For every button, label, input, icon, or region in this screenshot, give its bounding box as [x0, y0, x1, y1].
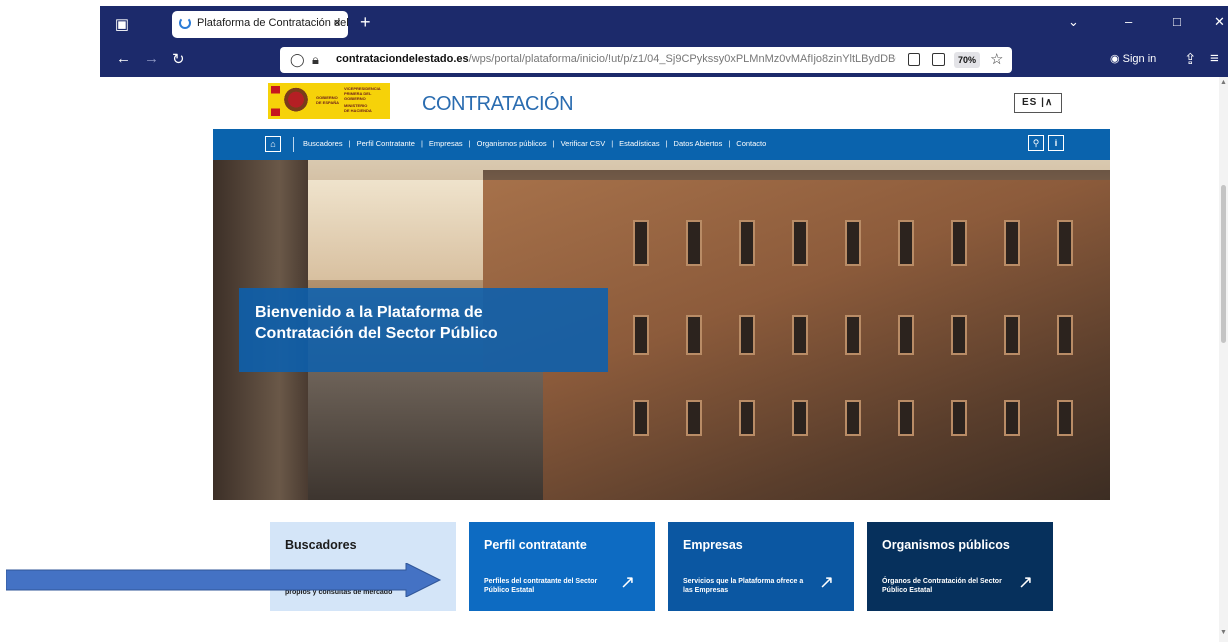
tab-close-button[interactable]: × [333, 15, 341, 30]
tab-favicon-icon [179, 17, 191, 29]
info-icon[interactable]: i [1048, 135, 1064, 151]
scroll-thumb[interactable] [1221, 185, 1226, 343]
hero-windows-upper [633, 220, 1110, 266]
nav-divider [293, 137, 294, 152]
tab-bar: ▣ Plataforma de Contratación del × + ⌄ –… [100, 6, 1228, 43]
coat-of-arms-icon [284, 87, 308, 115]
card-description: Órganos de Contratación del Sector Públi… [882, 578, 1002, 594]
page-scrollbar[interactable]: ▲ ▼ [1219, 77, 1228, 642]
address-bar[interactable]: ◯ 🔒︎ contrataciondelestado.es/wps/portal… [280, 47, 1012, 73]
nav-item-estadisticas[interactable]: Estadísticas [619, 139, 659, 148]
card-empresas[interactable]: Empresas Servicios que la Plataforma ofr… [668, 522, 854, 611]
url-text[interactable]: contrataciondelestado.es/wps/portal/plat… [336, 53, 896, 65]
back-icon[interactable]: ← [116, 50, 131, 67]
extensions-icon[interactable]: ⇪ [1184, 50, 1197, 68]
forward-icon[interactable]: → [144, 50, 159, 67]
lock-icon[interactable]: 🔒︎ [312, 52, 319, 68]
card-description: Servicios que la Plataforma ofrece a las… [683, 578, 804, 594]
tab-list-icon[interactable]: ▣ [112, 15, 132, 35]
sign-in-button[interactable]: ◉ Sign in [1110, 52, 1156, 65]
zoom-level[interactable]: 70% [954, 52, 980, 68]
hero-windows-lower [633, 400, 1110, 436]
annotation-arrow [6, 563, 442, 597]
flag-icon [271, 86, 280, 116]
bookmark-star-icon[interactable]: ☆ [990, 50, 1003, 68]
hero-windows-middle [633, 315, 1110, 355]
card-perfil-contratante[interactable]: Perfil contratante Perfiles del contrata… [469, 522, 655, 611]
tab-title: Plataforma de Contratación del [197, 17, 349, 29]
government-logo[interactable]: GOBIERNO DE ESPAÑA VICEPRESIDENCIA PRIMERA… [268, 83, 390, 119]
site-navigation: ⌂ Buscadores | Perfil Contratante | Empresas… [213, 129, 1110, 160]
home-icon[interactable]: ⌂ [265, 136, 281, 152]
card-description: Perfiles del contratante del Sector Públ… [484, 578, 598, 594]
card-title: Perfil contratante [484, 538, 587, 552]
screenshot-icon[interactable] [932, 53, 945, 66]
hero-image: Bienvenido a la Plataforma de Contrataci… [213, 160, 1110, 500]
external-arrow-icon: ↗ [1018, 572, 1034, 592]
reload-icon[interactable]: ↻ [172, 50, 185, 68]
vicepresidency-label: VICEPRESIDENCIA PRIMERA DEL GOBIERNO [344, 86, 381, 101]
card-title: Empresas [683, 538, 743, 552]
chevron-down-icon[interactable]: ⌄ [1068, 14, 1079, 30]
logo-text: CONTRATACIÓN [422, 93, 574, 115]
hero-title: Bienvenido a la Plataforma de Contrataci… [255, 304, 498, 342]
nav-item-buscadores[interactable]: Buscadores [303, 139, 343, 148]
account-icon: ◉ [1110, 53, 1123, 65]
site-nav-links: Buscadores | Perfil Contratante | Empresas | O… [303, 139, 767, 148]
scroll-up-icon[interactable]: ▲ [1220, 79, 1227, 86]
nav-item-perfil-contratante[interactable]: Perfil Contratante [357, 139, 415, 148]
scroll-down-icon[interactable]: ▼ [1220, 629, 1227, 636]
tracking-shield-icon[interactable]: ◯ [290, 52, 305, 68]
external-arrow-icon: ↗ [819, 572, 835, 592]
nav-item-contacto[interactable]: Contacto [736, 139, 766, 148]
gov-name: GOBIERNO DE ESPAÑA [316, 95, 340, 105]
new-tab-button[interactable]: + [360, 12, 371, 33]
nav-item-organismos-publicos[interactable]: Organismos públicos [477, 139, 547, 148]
nav-item-verificar-csv[interactable]: Verificar CSV [561, 139, 606, 148]
menu-icon[interactable]: ≡ [1210, 50, 1219, 67]
maximize-button[interactable]: □ [1173, 14, 1181, 29]
card-title: Organismos públicos [882, 538, 1010, 552]
close-window-button[interactable]: ✕ [1214, 14, 1225, 30]
language-label: ES | [1022, 97, 1045, 108]
card-organismos-publicos[interactable]: Organismos públicos Órganos de Contratac… [867, 522, 1053, 611]
language-selector[interactable]: ES | ∧ [1014, 93, 1062, 113]
browser-tab[interactable]: Plataforma de Contratación del × [172, 11, 349, 38]
hero-street [303, 370, 543, 500]
card-title: Buscadores [285, 538, 357, 552]
search-icon[interactable]: ⚲ [1028, 135, 1044, 151]
navigation-toolbar: ← → ↻ ◯ 🔒︎ contrataciondelestado.es/wps/… [100, 43, 1228, 77]
minimize-button[interactable]: – [1125, 14, 1132, 29]
hero-banner: Bienvenido a la Plataforma de Contrataci… [239, 288, 608, 372]
ministry-label: MINISTERIO DE HACIENDA [344, 103, 372, 113]
chevron-up-icon: ∧ [1045, 97, 1054, 108]
nav-item-empresas[interactable]: Empresas [429, 139, 463, 148]
external-arrow-icon: ↗ [620, 572, 636, 592]
reader-view-icon[interactable] [908, 53, 920, 66]
nav-item-datos-abiertos[interactable]: Datos Abiertos [674, 139, 723, 148]
sign-in-label: Sign in [1122, 53, 1157, 65]
